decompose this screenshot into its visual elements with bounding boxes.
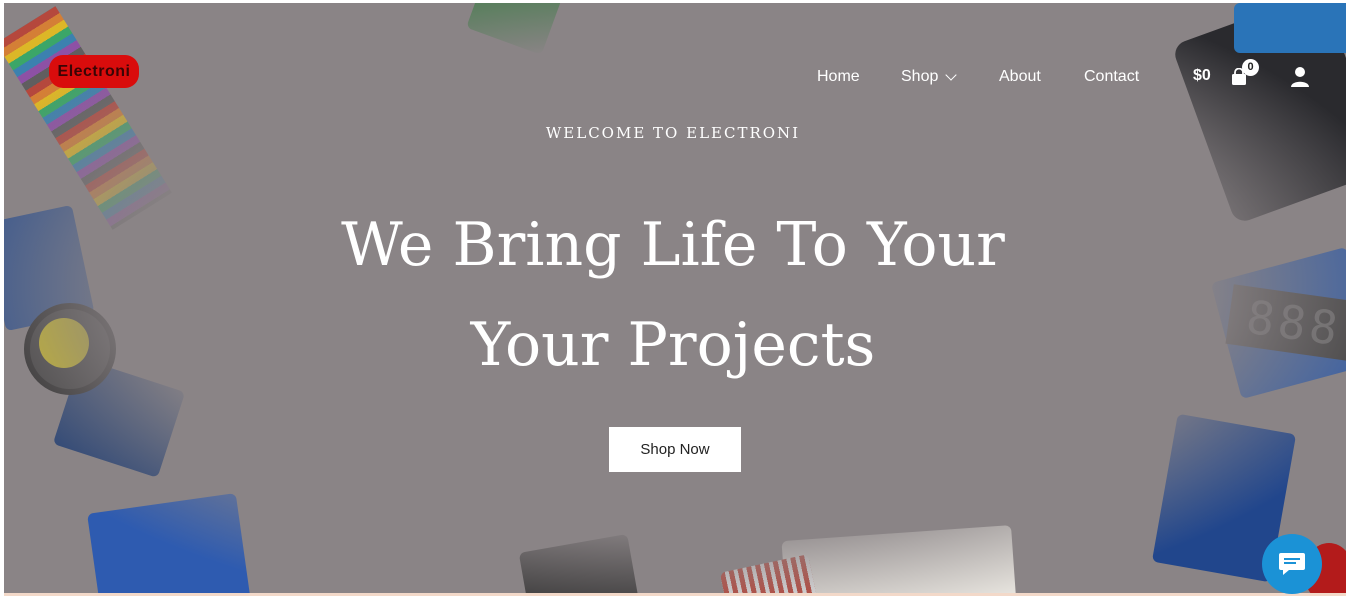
nav-item-contact[interactable]: Contact bbox=[1084, 66, 1139, 88]
nav-item-shop[interactable]: Shop bbox=[901, 66, 958, 88]
site-logo[interactable]: Electroni bbox=[49, 55, 139, 88]
hero-headline-line-1: We Bring Life To Your bbox=[341, 210, 1005, 280]
hero-headline: We Bring Life To Your Your Projects bbox=[0, 195, 1346, 395]
cart-count-badge: 0 bbox=[1242, 59, 1259, 76]
user-icon[interactable] bbox=[1290, 66, 1310, 88]
nav-item-home[interactable]: Home bbox=[817, 66, 860, 88]
nav-link-shop[interactable]: Shop bbox=[901, 68, 938, 86]
shop-now-button[interactable]: Shop Now bbox=[609, 427, 741, 472]
cart-total[interactable]: $0 bbox=[1193, 67, 1211, 85]
nav-link-home[interactable]: Home bbox=[817, 68, 860, 86]
nav-item-about[interactable]: About bbox=[999, 66, 1041, 88]
nav-link-about[interactable]: About bbox=[999, 68, 1041, 86]
nav-link-contact[interactable]: Contact bbox=[1084, 68, 1139, 86]
hero-headline-line-2: Your Projects bbox=[470, 310, 876, 380]
chevron-down-icon bbox=[945, 69, 958, 81]
chat-button[interactable] bbox=[1262, 534, 1322, 594]
chat-icon bbox=[1279, 553, 1305, 575]
hero-eyebrow: WELCOME TO ELECTRONI bbox=[545, 124, 801, 142]
